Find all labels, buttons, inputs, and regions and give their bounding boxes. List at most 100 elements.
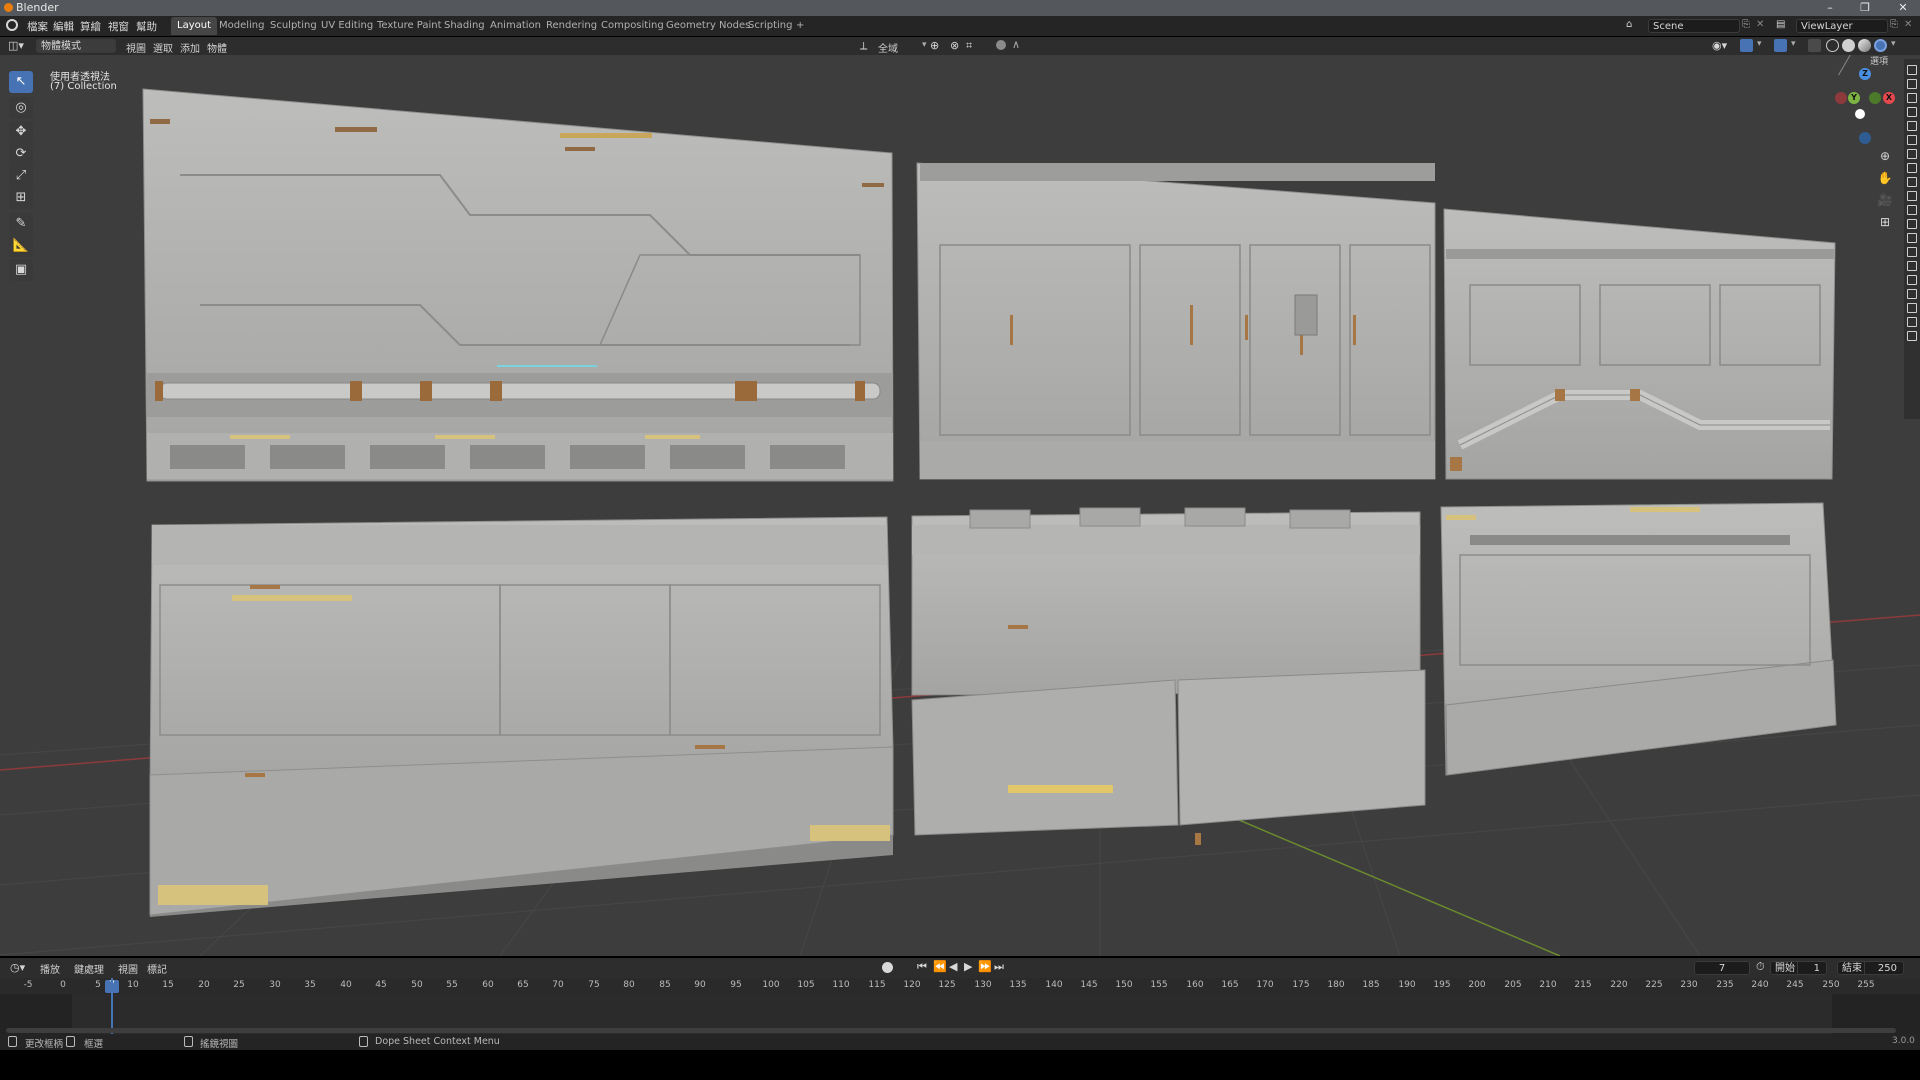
strip-item-icon[interactable] — [1907, 233, 1917, 243]
scene-name-field[interactable]: Scene — [1648, 19, 1740, 33]
strip-item-icon[interactable] — [1907, 177, 1917, 187]
menu-add[interactable]: 添加 — [180, 40, 200, 55]
gizmo-chevron-down-icon[interactable]: ▾ — [1757, 39, 1762, 49]
new-scene-icon[interactable]: ⎘ — [1742, 19, 1754, 31]
start-frame-field[interactable]: 1 — [1797, 961, 1827, 975]
overlay-toggle-icon[interactable] — [1774, 39, 1787, 52]
end-frame-field[interactable]: 250 — [1864, 961, 1904, 975]
strip-item-icon[interactable] — [1907, 149, 1917, 159]
gizmo-neg-y-ball[interactable] — [1869, 92, 1881, 104]
strip-item-icon[interactable] — [1907, 247, 1917, 257]
mode-dropdown[interactable]: 物體模式 — [36, 39, 116, 53]
menu-file[interactable]: 檔案 — [27, 19, 48, 34]
tab-layout[interactable]: Layout — [171, 17, 217, 35]
strip-item-icon[interactable] — [1907, 163, 1917, 173]
proportional-editing-icon[interactable] — [996, 40, 1006, 50]
strip-item-icon[interactable] — [1907, 121, 1917, 131]
shading-material-icon[interactable] — [1858, 39, 1871, 52]
tab-uv-editing[interactable]: UV Editing — [315, 17, 379, 35]
strip-item-icon[interactable] — [1907, 219, 1917, 229]
sci-fi-panel-2[interactable] — [916, 162, 1436, 480]
add-workspace-button[interactable]: + — [790, 17, 810, 35]
menu-render[interactable]: 算繪 — [80, 19, 101, 34]
gizmo-toggle-icon[interactable] — [1740, 39, 1753, 52]
jump-keyframe-forward-icon[interactable]: ⏩ — [978, 960, 992, 973]
gizmo-y-ball[interactable]: Y — [1848, 92, 1860, 104]
clock-icon[interactable]: ⏱ — [1756, 960, 1765, 974]
shading-chevron-down-icon[interactable]: ▾ — [1891, 39, 1896, 49]
xray-toggle-icon[interactable] — [1808, 39, 1821, 52]
timeline-ruler[interactable]: -5 0 5 7 10 15 20 25 30 35 40 45 50 55 6… — [0, 978, 1920, 994]
cursor-tool-icon[interactable]: ◎ — [9, 97, 33, 119]
menu-timeline-view[interactable]: 視圖 — [118, 961, 138, 976]
transform-orientation-icon[interactable]: ⟂ — [860, 39, 874, 53]
transform-tool-icon[interactable]: ⊞ — [9, 187, 33, 209]
new-view-layer-icon[interactable]: ⎘ — [1890, 19, 1902, 31]
toggle-perspective-icon[interactable]: ⊞ — [1876, 213, 1894, 231]
maximize-button[interactable]: ❐ — [1850, 0, 1880, 16]
strip-item-icon[interactable] — [1907, 65, 1917, 75]
view-layer-icon[interactable]: ▤ — [1776, 19, 1790, 31]
shading-rendered-icon[interactable] — [1874, 39, 1887, 52]
strip-item-icon[interactable] — [1907, 205, 1917, 215]
sci-fi-panel-4[interactable] — [149, 516, 894, 917]
gizmo-z-ball[interactable]: Z — [1859, 68, 1871, 80]
scale-tool-icon[interactable]: ⤢ — [9, 165, 33, 187]
playhead-line[interactable] — [111, 978, 113, 1034]
strip-item-icon[interactable] — [1907, 331, 1917, 341]
jump-start-icon[interactable]: ⏮ — [917, 960, 927, 974]
camera-view-icon[interactable]: 🎥 — [1876, 191, 1894, 209]
view-layer-field[interactable]: ViewLayer — [1796, 19, 1888, 33]
annotate-tool-icon[interactable]: ✎ — [9, 213, 33, 235]
add-cube-tool-icon[interactable]: ▣ — [9, 259, 33, 281]
sci-fi-panel-6[interactable] — [1440, 502, 1837, 776]
tab-animation[interactable]: Animation — [484, 17, 547, 35]
pivot-point-icon[interactable]: ⊕ — [930, 39, 944, 53]
minimize-button[interactable]: – — [1815, 0, 1845, 16]
menu-marker[interactable]: 標記 — [147, 961, 167, 976]
strip-item-icon[interactable] — [1907, 289, 1917, 299]
snap-icon[interactable]: ⊗ — [950, 39, 964, 53]
delete-view-layer-icon[interactable]: ✕ — [1904, 19, 1916, 31]
options-button[interactable]: 選項 — [1870, 55, 1888, 67]
strip-item-icon[interactable] — [1907, 261, 1917, 271]
strip-item-icon[interactable] — [1907, 93, 1917, 103]
strip-item-icon[interactable] — [1907, 317, 1917, 327]
shading-wireframe-icon[interactable] — [1826, 39, 1839, 52]
gizmo-neg-x-ball[interactable] — [1835, 92, 1847, 104]
tab-modeling[interactable]: Modeling — [213, 17, 271, 35]
move-tool-icon[interactable]: ✥ — [9, 121, 33, 143]
orientation-label[interactable]: 全域 — [878, 40, 898, 55]
rotate-tool-icon[interactable]: ⟳ — [9, 143, 33, 165]
select-tool-icon[interactable]: ↖ — [9, 71, 33, 93]
play-reverse-icon[interactable]: ◀ — [949, 960, 957, 973]
falloff-icon[interactable]: ∧ — [1012, 38, 1020, 51]
menu-select[interactable]: 選取 — [153, 40, 173, 55]
menu-keying[interactable]: 鍵處理 — [74, 961, 104, 976]
strip-item-icon[interactable] — [1907, 79, 1917, 89]
jump-end-icon[interactable]: ⏭ — [994, 960, 1004, 974]
strip-item-icon[interactable] — [1907, 275, 1917, 285]
tab-texture-paint[interactable]: Texture Paint — [371, 17, 448, 35]
measure-tool-icon[interactable]: 📐 — [9, 235, 33, 257]
sci-fi-panel-5[interactable] — [911, 507, 1426, 845]
scene-icon[interactable]: ⌂ — [1626, 19, 1640, 31]
zoom-view-icon[interactable]: ⊕ — [1876, 147, 1894, 165]
play-icon[interactable]: ▶ — [964, 960, 972, 973]
menu-window[interactable]: 視窗 — [108, 19, 129, 34]
pan-view-icon[interactable]: ✋ — [1876, 169, 1894, 187]
tab-rendering[interactable]: Rendering — [540, 17, 603, 35]
sci-fi-panel-1[interactable] — [142, 88, 894, 482]
gizmo-x-ball[interactable]: X — [1883, 92, 1895, 104]
tab-shading[interactable]: Shading — [438, 17, 491, 35]
menu-playback[interactable]: 播放 — [40, 961, 60, 976]
record-button[interactable] — [882, 962, 893, 973]
gizmo-neg-z-ball[interactable] — [1859, 132, 1871, 144]
menu-view[interactable]: 視圖 — [126, 40, 146, 55]
tab-sculpting[interactable]: Sculpting — [264, 17, 323, 35]
snap-target-icon[interactable]: ⌗ — [966, 39, 980, 53]
menu-edit[interactable]: 編輯 — [53, 19, 74, 34]
timeline-scrollbar[interactable] — [6, 1028, 1896, 1033]
editor-type-icon[interactable]: ◫▾ — [8, 39, 26, 53]
delete-scene-icon[interactable]: ✕ — [1756, 19, 1768, 31]
